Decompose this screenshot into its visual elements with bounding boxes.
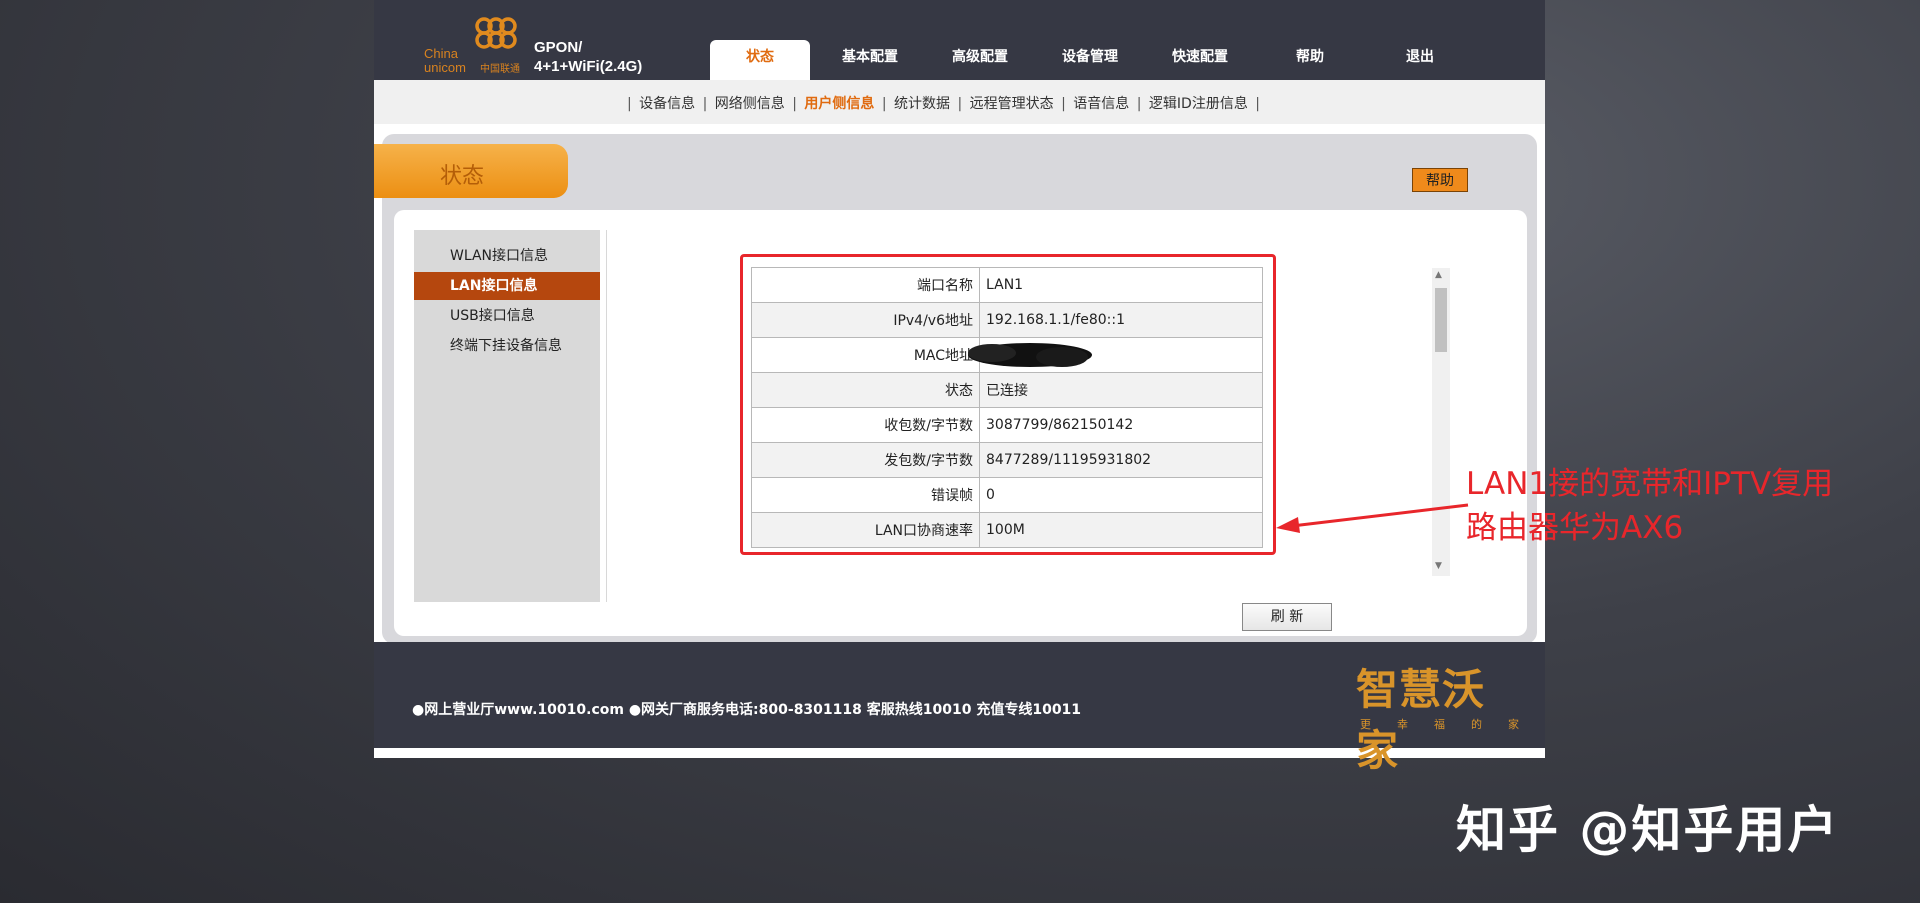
subnav-remote-management[interactable]: 远程管理状态	[970, 96, 1054, 112]
section-title: 状态	[440, 164, 485, 189]
sidebar-item-label: 终端下挂设备信息	[450, 338, 562, 354]
annotation-arrow-icon	[1276, 503, 1469, 533]
sidebar-item-label: LAN接口信息	[450, 278, 538, 294]
row-label: IPv4/v6地址	[751, 302, 980, 338]
sidebar-item-lan[interactable]: LAN接口信息	[414, 272, 600, 300]
device-model: GPON/ 4+1+WiFi(2.4G)	[534, 38, 674, 76]
row-label: MAC地址	[751, 337, 980, 373]
sub-navigation: | 设备信息 | 网络侧信息 | 用户侧信息 | 统计数据 | 远程管理状态 |…	[374, 80, 1545, 124]
nav-logout[interactable]: 退出	[1365, 46, 1475, 68]
section-title-tab: 状态	[374, 144, 568, 198]
table-row: 发包数/字节数 8477289/11195931802	[751, 442, 1263, 478]
nav-quick-config[interactable]: 快速配置	[1145, 46, 1255, 68]
table-row: 端口名称 LAN1	[751, 267, 1263, 303]
nav-help[interactable]: 帮助	[1255, 46, 1365, 68]
table-row: IPv4/v6地址 192.168.1.1/fe80::1	[751, 302, 1263, 338]
logo-text-china: China	[424, 46, 458, 61]
logo-text-chinese: 中国联通	[480, 64, 520, 75]
brand-slogan: 更幸福的家	[1360, 718, 1545, 731]
sidebar-item-label: USB接口信息	[450, 308, 535, 324]
row-label: 状态	[751, 372, 980, 408]
sidebar-item-wlan[interactable]: WLAN接口信息	[414, 242, 600, 270]
table-row: 状态 已连接	[751, 372, 1263, 408]
table-row: 收包数/字节数 3087799/862150142	[751, 407, 1263, 443]
nav-device-management[interactable]: 设备管理	[1035, 46, 1145, 68]
divider	[606, 230, 607, 602]
subnav-voice-info[interactable]: 语音信息	[1073, 96, 1129, 112]
mac-redaction-scribble	[968, 343, 1092, 367]
subnav-statistics[interactable]: 统计数据	[894, 96, 950, 112]
router-admin-window: China unicom 中国联通 GPON/ 4+1+WiFi(2.4G) 状…	[374, 0, 1545, 775]
unicom-knot-icon	[475, 17, 517, 49]
annotation-note: LAN1接的宽带和IPTV复用 路由器华为AX6	[1466, 462, 1906, 550]
row-label: 收包数/字节数	[751, 407, 980, 443]
top-header-bar: China unicom 中国联通 GPON/ 4+1+WiFi(2.4G) 状…	[374, 0, 1545, 80]
row-label: 错误帧	[751, 477, 980, 513]
subnav-logical-id[interactable]: 逻辑ID注册信息	[1149, 96, 1248, 112]
row-value: 3087799/862150142	[979, 407, 1263, 443]
row-value: LAN1	[979, 267, 1263, 303]
smart-home-brand-logo: 智慧沃家 更幸福的家	[1356, 656, 1519, 775]
table-row: 错误帧 0	[751, 477, 1263, 513]
subnav-device-info[interactable]: 设备信息	[639, 96, 695, 112]
sidebar: WLAN接口信息 LAN接口信息 USB接口信息 终端下挂设备信息	[414, 230, 600, 602]
sidebar-item-label: WLAN接口信息	[450, 248, 549, 264]
footer: ●网上营业厅www.10010.com ●网关厂商服务电话:800-830111…	[374, 642, 1545, 775]
row-label: LAN口协商速率	[751, 512, 980, 548]
sidebar-item-usb[interactable]: USB接口信息	[414, 302, 600, 330]
nav-basic-config[interactable]: 基本配置	[815, 46, 925, 68]
scroll-down-arrow-icon[interactable]: ▼	[1435, 561, 1442, 571]
annotation-line-2: 路由器华为AX6	[1466, 510, 1684, 546]
subnav-links: | 设备信息 | 网络侧信息 | 用户侧信息 | 统计数据 | 远程管理状态 |…	[627, 96, 1261, 112]
annotation-line-1: LAN1接的宽带和IPTV复用	[1466, 466, 1834, 502]
device-model-line-2: 4+1+WiFi(2.4G)	[534, 58, 643, 75]
logo-text-unicom: unicom	[424, 60, 466, 75]
scroll-up-arrow-icon[interactable]: ▲	[1435, 270, 1442, 280]
row-label: 发包数/字节数	[751, 442, 980, 478]
nav-advanced-config[interactable]: 高级配置	[925, 46, 1035, 68]
row-value: 8477289/11195931802	[979, 442, 1263, 478]
refresh-button[interactable]: 刷 新	[1242, 603, 1332, 631]
row-value: 0	[979, 477, 1263, 513]
nav-status[interactable]: 状态	[705, 46, 815, 68]
sidebar-item-connected-devices[interactable]: 终端下挂设备信息	[414, 332, 600, 360]
row-label: 端口名称	[751, 267, 980, 303]
device-model-line-1: GPON/	[534, 39, 583, 56]
table-row: LAN口协商速率 100M	[751, 512, 1263, 548]
subnav-user-side-info[interactable]: 用户侧信息	[804, 96, 874, 112]
row-value: 已连接	[979, 372, 1263, 408]
help-button[interactable]: 帮助	[1412, 168, 1468, 192]
subnav-network-info[interactable]: 网络侧信息	[715, 96, 785, 112]
china-unicom-logo: China unicom 中国联通	[424, 14, 524, 75]
lan-info-table: 端口名称 LAN1 IPv4/v6地址 192.168.1.1/fe80::1 …	[751, 267, 1263, 548]
row-value: 100M	[979, 512, 1263, 548]
zhihu-watermark: 知乎 @知乎用户	[1456, 801, 1840, 859]
row-value: 192.168.1.1/fe80::1	[979, 302, 1263, 338]
footer-contact-text: ●网上营业厅www.10010.com ●网关厂商服务电话:800-830111…	[412, 702, 1082, 718]
scrollbar-thumb[interactable]	[1435, 288, 1447, 352]
